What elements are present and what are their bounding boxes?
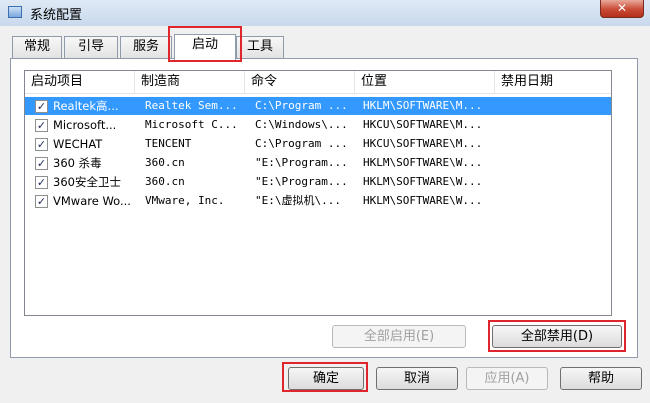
tab-bar: 常规 引导 服务 启动 工具 xyxy=(10,34,630,60)
cell-disabled-date xyxy=(503,192,603,210)
help-button[interactable]: 帮助 xyxy=(560,367,642,390)
tab-tools[interactable]: 工具 xyxy=(236,36,284,58)
cell-command: C:\Program ... xyxy=(255,99,348,112)
startup-checkbox[interactable]: ✓ xyxy=(35,157,48,170)
cell-location: HKLM\SOFTWARE\W... xyxy=(363,156,483,169)
cell-location: HKLM\SOFTWARE\M... xyxy=(363,99,483,112)
startup-checkbox[interactable]: ✓ xyxy=(35,195,48,208)
tab-services[interactable]: 服务 xyxy=(120,36,172,58)
cell-maker: Realtek Sem... xyxy=(145,99,238,112)
tab-startup[interactable]: 启动 xyxy=(174,34,236,60)
cell-item: VMware Wo... xyxy=(53,194,131,208)
cell-maker: VMware, Inc. xyxy=(145,194,225,207)
system-config-icon xyxy=(8,6,22,18)
startup-checkbox[interactable]: ✓ xyxy=(35,119,48,132)
cell-command: C:\Program ... xyxy=(255,137,348,150)
cell-command: "E:\Program... xyxy=(255,175,348,188)
cell-maker: TENCENT xyxy=(145,137,192,150)
cell-command: C:\Windows\... xyxy=(255,118,348,131)
column-header-maker[interactable]: 制造商 xyxy=(135,71,245,93)
cell-command: "E:\虚拟机\... xyxy=(255,194,341,207)
startup-checkbox[interactable]: ✓ xyxy=(35,138,48,151)
cell-maker: 360.cn xyxy=(145,175,185,188)
table-row[interactable]: ✓ WECHAT TENCENT C:\Program ... HKCU\SOF… xyxy=(25,135,611,153)
cell-maker: Microsoft C... xyxy=(145,118,238,131)
cell-disabled-date xyxy=(503,97,603,115)
cell-command: "E:\Program... xyxy=(255,156,348,169)
table-row[interactable]: ✓ VMware Wo... VMware, Inc. "E:\虚拟机\... … xyxy=(25,192,611,210)
cell-location: HKLM\SOFTWARE\W... xyxy=(363,175,483,188)
startup-checkbox[interactable]: ✓ xyxy=(35,176,48,189)
cell-item: Microsoft... xyxy=(53,118,117,132)
column-header-disabled-date[interactable]: 禁用日期 xyxy=(495,71,611,93)
column-header-location[interactable]: 位置 xyxy=(355,71,495,93)
window-title: 系统配置 xyxy=(30,8,83,23)
table-row[interactable]: ✓ 360安全卫士 360.cn "E:\Program... HKLM\SOF… xyxy=(25,173,611,191)
cell-location: HKLM\SOFTWARE\W... xyxy=(363,194,483,207)
tab-boot[interactable]: 引导 xyxy=(64,36,118,58)
column-header-command[interactable]: 命令 xyxy=(245,71,355,93)
cell-location: HKCU\SOFTWARE\M... xyxy=(363,137,483,150)
tab-general[interactable]: 常规 xyxy=(12,36,62,58)
enable-all-button[interactable]: 全部启用(E) xyxy=(332,325,466,348)
table-row[interactable]: ✓ Microsoft... Microsoft C... C:\Windows… xyxy=(25,116,611,134)
cancel-button[interactable]: 取消 xyxy=(376,367,458,390)
list-header: 启动项目 制造商 命令 位置 禁用日期 xyxy=(25,71,611,94)
cell-disabled-date xyxy=(503,173,603,191)
title-bar: 系统配置 ✕ xyxy=(0,0,650,26)
cell-item: WECHAT xyxy=(53,137,103,151)
cell-maker: 360.cn xyxy=(145,156,185,169)
cell-item: Realtek高... xyxy=(53,99,119,113)
close-button[interactable]: ✕ xyxy=(600,0,644,18)
cell-item: 360 杀毒 xyxy=(53,156,102,170)
column-header-item[interactable]: 启动项目 xyxy=(25,71,135,93)
disable-all-button[interactable]: 全部禁用(D) xyxy=(492,325,622,348)
cell-disabled-date xyxy=(503,135,603,153)
ok-button[interactable]: 确定 xyxy=(288,367,364,390)
cell-item: 360安全卫士 xyxy=(53,175,121,189)
cell-location: HKCU\SOFTWARE\M... xyxy=(363,118,483,131)
cell-disabled-date xyxy=(503,116,603,134)
startup-list[interactable]: 启动项目 制造商 命令 位置 禁用日期 ✓ Realtek高... Realte… xyxy=(24,70,612,316)
apply-button[interactable]: 应用(A) xyxy=(466,367,548,390)
table-row[interactable]: ✓ Realtek高... Realtek Sem... C:\Program … xyxy=(25,97,611,115)
table-row[interactable]: ✓ 360 杀毒 360.cn "E:\Program... HKLM\SOFT… xyxy=(25,154,611,172)
cell-disabled-date xyxy=(503,154,603,172)
startup-checkbox[interactable]: ✓ xyxy=(35,100,48,113)
